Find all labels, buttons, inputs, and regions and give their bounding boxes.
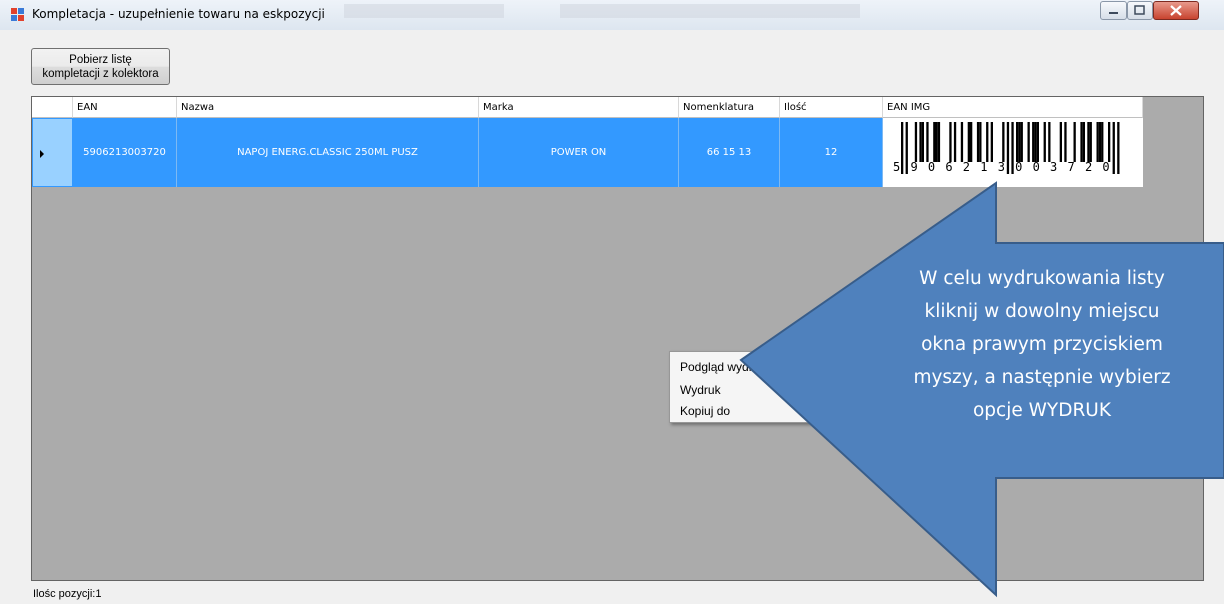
barcode-bar [1108,122,1111,162]
barcode-bar [986,122,989,162]
barcode-bar [921,122,924,162]
barcode-bar [1032,122,1035,162]
barcode-bar [1036,122,1039,162]
barcode-bar [1101,122,1104,162]
column-header-ean[interactable]: EAN [73,97,177,118]
barcode-bar [1098,122,1102,162]
barcode-bar [1048,122,1051,162]
barcode-bar [901,122,904,174]
column-header-marka[interactable]: Marka [479,97,679,118]
barcode-bar [990,122,993,162]
barcode-bar [1043,122,1046,162]
maximize-button[interactable] [1127,1,1153,20]
barcode-bar [1080,122,1083,162]
barcode-bar [1011,122,1014,174]
barcode-bar [919,122,922,162]
barcode-bar [1059,122,1062,162]
close-icon [1170,5,1182,16]
barcode-bar [1089,122,1092,162]
barcode-bar [1082,122,1085,162]
barcode-bar [1112,122,1115,174]
barcode-bar [979,122,982,162]
minimize-icon [1109,12,1118,14]
barcode-bar [905,122,908,174]
background-window-blur [560,4,860,18]
fetch-button-line1: Pobierz listę [69,54,132,66]
barcode-digits: 5 9 0 6 2 1 3 0 0 3 7 2 0 [893,160,1111,174]
menu-item-copy[interactable]: Kopiuj do [680,404,730,418]
barcode-bar [1064,122,1067,162]
barcode-bar [1020,122,1023,162]
barcode-bar [914,122,918,162]
barcode-bar [1073,122,1076,162]
barcode-bar [949,122,952,162]
column-header-ilosc[interactable]: Ilość [780,97,883,118]
barcode-bar [1016,122,1019,162]
current-row-arrow-icon [40,150,44,158]
barcode-bar [1096,122,1099,162]
barcode-bar [976,122,980,162]
table-row[interactable]: 5906213003720 NAPOJ ENERG.CLASSIC 250ML … [73,118,883,187]
fetch-list-button[interactable]: Pobierz listę kompletacji z kolektora [31,48,170,85]
background-window-blur [344,4,504,18]
cell-nomenklatura[interactable]: 66 15 13 [679,118,780,187]
callout-text: W celu wydrukowania listy kliknij w dowo… [913,268,1171,421]
minimize-button[interactable] [1100,1,1127,20]
barcode-bar [926,122,929,162]
maximize-icon [1134,5,1145,15]
cell-nazwa[interactable]: NAPOJ ENERG.CLASSIC 250ML PUSZ [177,118,479,187]
close-button[interactable] [1153,1,1199,20]
barcode-bar [937,122,941,162]
title-bar: Kompletacja - uzupełnienie towaru na esk… [0,0,1224,30]
column-header-nazwa[interactable]: Nazwa [177,97,479,118]
column-header-nomenklatura[interactable]: Nomenklatura [679,97,780,118]
barcode-bar [953,122,957,162]
cell-ean[interactable]: 5906213003720 [73,118,177,187]
cell-marka[interactable]: POWER ON [479,118,679,187]
menu-item-print[interactable]: Wydruk [680,383,721,397]
cell-ilosc[interactable]: 12 [780,118,883,187]
barcode-bar [933,122,936,162]
barcode-bar [1117,122,1120,174]
barcode-bar [967,122,970,162]
column-header-ean-img[interactable]: EAN IMG [883,97,1143,118]
barcode-bar [1087,122,1090,162]
barcode-bar [935,122,938,162]
item-count-status: Ilośc pozycji:1 [33,588,102,600]
window-title: Kompletacja - uzupełnienie towaru na esk… [32,7,325,21]
app-window-icon [11,8,24,21]
barcode-bar [1018,122,1021,162]
barcode-bar [1002,122,1005,162]
menu-item-print-preview[interactable]: Podgląd wydruku [680,360,772,374]
fetch-button-line2: kompletacji z kolektora [42,68,159,80]
barcode-bar [970,122,973,162]
barcode-bar [960,122,964,162]
barcode-image: 5 9 0 6 2 1 3 0 0 3 7 2 0 [893,122,1120,174]
barcode-bar [1034,122,1037,162]
row-selector[interactable] [32,118,73,187]
barcode-bar [1027,122,1030,162]
context-menu: Podgląd wydruku Wydruk Kopiuj do [669,351,829,423]
cell-ean-image[interactable]: 5 9 0 6 2 1 3 0 0 3 7 2 0 [883,118,1143,187]
row-header-corner [32,97,73,118]
barcode-bar [1006,122,1010,174]
